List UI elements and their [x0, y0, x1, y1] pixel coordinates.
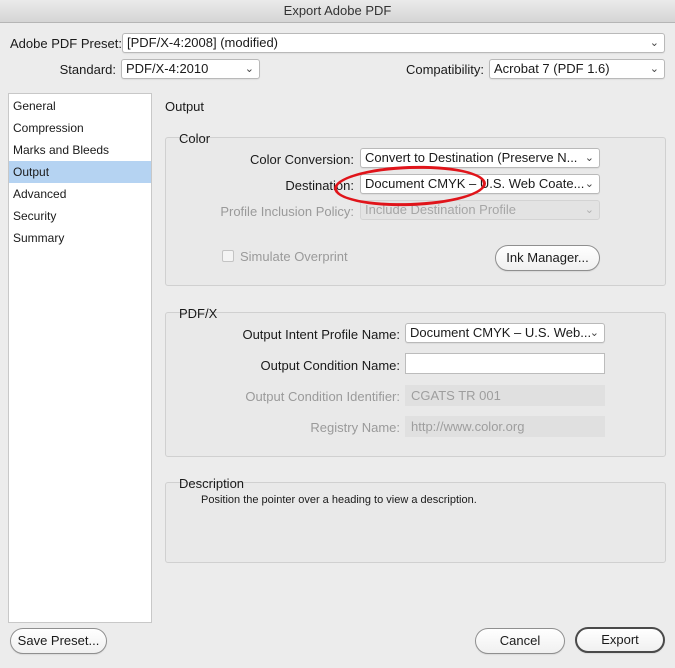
chevron-down-icon: ⌄ [589, 327, 599, 339]
output-intent-label: Output Intent Profile Name: [242, 327, 400, 342]
sidebar-item-security[interactable]: Security [9, 205, 151, 227]
color-conversion-label: Color Conversion: [249, 152, 354, 167]
sidebar-item-advanced[interactable]: Advanced [9, 183, 151, 205]
description-group-title: Description [179, 476, 245, 491]
chevron-down-icon: ⌄ [584, 178, 594, 190]
sidebar-item-output[interactable]: Output [9, 161, 151, 183]
output-condition-id-label: Output Condition Identifier: [245, 389, 400, 404]
standard-value: PDF/X-4:2010 [126, 61, 209, 76]
description-text: Position the pointer over a heading to v… [201, 494, 477, 506]
panel-title: Output [165, 99, 205, 114]
pdfx-group-title: PDF/X [179, 306, 218, 321]
output-condition-id-field[interactable]: CGATS TR 001 [405, 385, 605, 406]
simulate-overprint-label: Simulate Overprint [240, 249, 348, 264]
registry-name-field[interactable]: http://www.color.org [405, 416, 605, 437]
output-condition-name-field[interactable] [405, 353, 605, 374]
registry-name-label: Registry Name: [310, 420, 400, 435]
preset-label: Adobe PDF Preset: [10, 36, 122, 51]
cancel-button[interactable]: Cancel [475, 628, 565, 654]
simulate-overprint-checkbox[interactable] [222, 250, 234, 262]
standard-label: Standard: [59, 62, 116, 77]
sidebar-item-summary[interactable]: Summary [9, 227, 151, 249]
preset-dropdown[interactable]: [PDF/X-4:2008] (modified) ⌄ [122, 33, 665, 53]
color-conversion-dropdown[interactable]: Convert to Destination (Preserve N... ⌄ [360, 148, 600, 168]
sidebar-item-compression[interactable]: Compression [9, 117, 151, 139]
chevron-down-icon: ⌄ [584, 152, 594, 164]
color-conversion-value: Convert to Destination (Preserve N... [365, 150, 578, 165]
ink-manager-button[interactable]: Ink Manager... [495, 245, 600, 271]
chevron-down-icon: ⌄ [244, 63, 254, 75]
preset-value: [PDF/X-4:2008] (modified) [127, 35, 279, 50]
chevron-down-icon: ⌄ [649, 63, 659, 75]
output-intent-value: Document CMYK – U.S. Web... [410, 325, 592, 340]
profile-inclusion-label: Profile Inclusion Policy: [220, 204, 354, 219]
destination-label: Destination: [285, 178, 354, 193]
color-group-title: Color [179, 131, 211, 146]
sidebar-item-marks-and-bleeds[interactable]: Marks and Bleeds [9, 139, 151, 161]
output-condition-name-label: Output Condition Name: [260, 358, 400, 373]
chevron-down-icon: ⌄ [584, 204, 594, 216]
sidebar-item-general[interactable]: General [9, 95, 151, 117]
category-sidebar: General Compression Marks and Bleeds Out… [8, 93, 152, 623]
compatibility-dropdown[interactable]: Acrobat 7 (PDF 1.6) ⌄ [489, 59, 665, 79]
window-title: Export Adobe PDF [0, 0, 675, 23]
output-intent-dropdown[interactable]: Document CMYK – U.S. Web... ⌄ [405, 323, 605, 343]
standard-dropdown[interactable]: PDF/X-4:2010 ⌄ [121, 59, 260, 79]
save-preset-button[interactable]: Save Preset... [10, 628, 107, 654]
compatibility-label: Compatibility: [405, 62, 484, 77]
compatibility-value: Acrobat 7 (PDF 1.6) [494, 61, 610, 76]
chevron-down-icon: ⌄ [649, 37, 659, 49]
export-button[interactable]: Export [575, 627, 665, 653]
